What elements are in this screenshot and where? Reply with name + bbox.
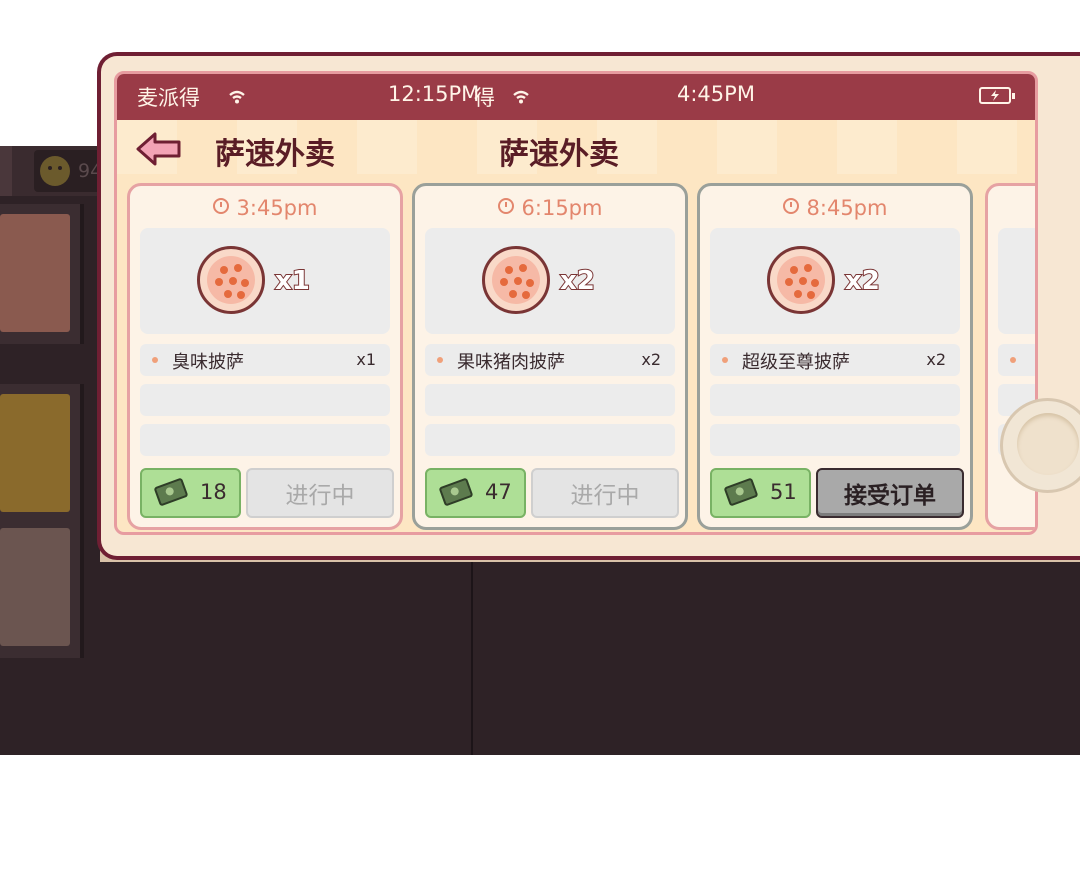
pepperoni-topping bbox=[0, 214, 70, 332]
pizza-icon bbox=[197, 246, 265, 314]
order-item-name: 超级至尊披萨 bbox=[742, 352, 850, 373]
phone-screen: 麦派得 12:15PM 得 4:45PM 萨速外卖 萨速外卖 3:45pm x1… bbox=[114, 71, 1038, 535]
wifi-icon bbox=[229, 90, 245, 104]
order-item-qty: x1 bbox=[356, 350, 376, 369]
payment-amount: 18 bbox=[200, 480, 227, 504]
order-time: 3:45pm bbox=[130, 196, 400, 220]
clock-icon bbox=[497, 198, 514, 214]
empty-item-row bbox=[425, 424, 675, 456]
pizza-icon bbox=[767, 246, 835, 314]
clock-icon bbox=[212, 198, 229, 214]
empty-item-row bbox=[425, 384, 675, 416]
order-card[interactable]: 8:45pm x2 超级至尊披萨 x2 51 接受订单 bbox=[697, 183, 973, 530]
app-title: 萨速外卖 bbox=[499, 137, 619, 172]
cheese-topping bbox=[0, 394, 70, 512]
order-item-name: 臭味披萨 bbox=[172, 352, 244, 373]
topping-bin[interactable] bbox=[0, 384, 84, 524]
empty-item-row bbox=[710, 424, 960, 456]
top-bar-tile bbox=[0, 146, 12, 196]
pizza-preview: x1 bbox=[140, 228, 390, 334]
cash-icon bbox=[153, 477, 189, 507]
order-item-row bbox=[998, 344, 1035, 376]
payment-badge: 47 bbox=[425, 468, 526, 518]
pizza-quantity: x1 bbox=[274, 265, 311, 297]
order-item-qty: x2 bbox=[926, 350, 946, 369]
meat-topping bbox=[0, 528, 70, 646]
order-card[interactable]: 3:45pm x1 臭味披萨 x1 18 进行中 bbox=[127, 183, 403, 530]
order-item-qty: x2 bbox=[641, 350, 661, 369]
back-arrow-icon[interactable] bbox=[135, 131, 183, 167]
payment-amount: 51 bbox=[770, 480, 797, 504]
topping-bin[interactable] bbox=[0, 518, 84, 658]
pizza-preview: x2 bbox=[425, 228, 675, 334]
order-item-row: 超级至尊披萨 x2 bbox=[710, 344, 960, 376]
accept-order-button[interactable]: 接受订单 bbox=[816, 468, 964, 518]
pizza-preview: x2 bbox=[710, 228, 960, 334]
order-time: 8:45pm bbox=[700, 196, 970, 220]
wifi-icon bbox=[513, 90, 529, 104]
status-time: 12:15PM bbox=[388, 82, 480, 106]
order-time: 6:15pm bbox=[415, 196, 685, 220]
payment-badge: 51 bbox=[710, 468, 811, 518]
cash-icon bbox=[438, 477, 474, 507]
empty-item-row bbox=[710, 384, 960, 416]
payment-amount: 47 bbox=[485, 480, 512, 504]
order-card[interactable]: 6:15pm x2 果味猪肉披萨 x2 47 进行中 bbox=[412, 183, 688, 530]
cash-icon bbox=[723, 477, 759, 507]
clock-icon bbox=[782, 198, 799, 214]
order-item-row: 臭味披萨 x1 bbox=[140, 344, 390, 376]
in-progress-button[interactable]: 进行中 bbox=[246, 468, 394, 518]
topping-bin[interactable] bbox=[0, 204, 84, 344]
app-title: 萨速外卖 bbox=[215, 137, 335, 172]
order-item-row: 果味猪肉披萨 x2 bbox=[425, 344, 675, 376]
smiley-face-icon bbox=[40, 156, 70, 186]
pizza-preview bbox=[998, 228, 1035, 334]
payment-badge: 18 bbox=[140, 468, 241, 518]
status-time: 4:45PM bbox=[677, 82, 755, 106]
carrier-name: 麦派得 bbox=[137, 86, 200, 110]
pizza-icon bbox=[482, 246, 550, 314]
battery-icon bbox=[979, 87, 1015, 104]
pizza-quantity: x2 bbox=[559, 265, 596, 297]
pizza-quantity: x2 bbox=[844, 265, 881, 297]
status-bar: 麦派得 12:15PM 得 4:45PM bbox=[117, 74, 1035, 120]
empty-item-row bbox=[140, 384, 390, 416]
empty-item-row bbox=[140, 424, 390, 456]
carrier-name: 得 bbox=[474, 86, 495, 110]
order-item-name: 果味猪肉披萨 bbox=[457, 352, 565, 373]
in-progress-button[interactable]: 进行中 bbox=[531, 468, 679, 518]
